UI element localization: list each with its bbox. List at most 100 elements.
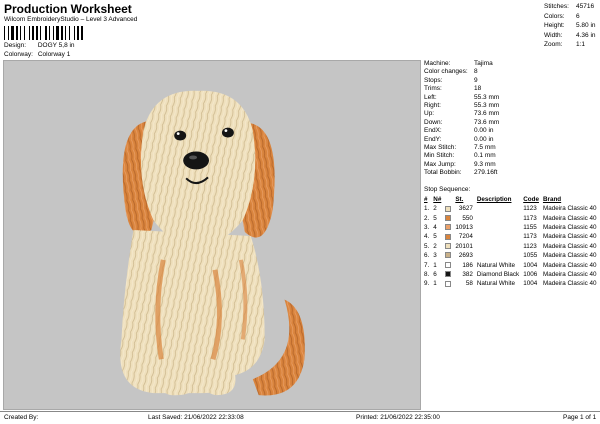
row-stitches: 20101 [455, 242, 473, 250]
design-preview [3, 60, 421, 410]
stat-row: Zoom: 1:1 [544, 40, 596, 50]
machine-info-value: 8 [474, 68, 478, 76]
machine-info-label: Down: [424, 118, 443, 126]
row-brand: Madeira Classic 40 [542, 214, 597, 222]
machine-info-value: 73.6 mm [474, 118, 500, 126]
row-swatch [443, 251, 453, 260]
color-swatch [445, 214, 452, 221]
machine-info-row: Max Stitch: 7.5 mm [424, 144, 596, 152]
row-num: 6. [424, 252, 430, 260]
barcode [4, 26, 83, 40]
machine-info-value: 7.5 mm [474, 144, 496, 152]
col-header-swatch [443, 195, 453, 204]
row-swatch [443, 279, 453, 288]
row-stitches: 550 [462, 214, 473, 222]
row-num: 8. [424, 270, 430, 278]
table-row: 7. 1 186 Natural White 1004 Madeira Classic 4… [422, 260, 599, 269]
stat-label: Width: [544, 31, 563, 39]
machine-info-value: 18 [474, 85, 482, 93]
row-brand: Madeira Classic 40 [542, 205, 597, 213]
row-swatch [443, 223, 453, 232]
design-stats: Stitches: 45716 Colors: 6 Height: 5.80 in Widt… [544, 2, 596, 50]
table-header-row: # N# St. Description Code Brand [422, 195, 599, 204]
machine-info-value: 73.6 mm [474, 110, 500, 118]
stat-value: 1:1 [576, 41, 586, 48]
machine-info-value: Tajima [474, 60, 493, 67]
row-code: 1055 [523, 252, 538, 260]
machine-info-row: Trims: 18 [424, 85, 596, 93]
row-num: 1. [424, 205, 430, 213]
dog-embroidery-image [120, 90, 305, 396]
table-row: 1. 2 3627 1123 Madeira Classic 40 [422, 204, 599, 213]
machine-info-row: Right: 55.3 mm [424, 102, 596, 110]
stop-sequence-table: # N# St. Description Code Brand 1. 2 3627 1… [422, 195, 599, 289]
machine-info-label: EndX: [424, 127, 442, 135]
row-code: 1123 [523, 205, 537, 213]
row-code: 1173 [523, 233, 537, 241]
machine-info-value: 279.16ft [474, 169, 498, 177]
row-needle: 1 [433, 261, 437, 269]
stat-row: Stitches: 45716 [544, 2, 596, 12]
row-num: 7. [424, 261, 430, 269]
machine-info-row: Machine: Tajima [424, 60, 596, 68]
row-code: 1004 [523, 261, 538, 269]
color-swatch [445, 252, 452, 259]
colorway-label: Colorway: [4, 51, 33, 58]
table-row: 6. 3 2693 1055 Madeira Classic 40 [422, 251, 599, 260]
row-description: Natural White [476, 261, 515, 269]
stat-label: Height: [544, 22, 565, 29]
design-value: DOGY 5,8 in [37, 42, 75, 49]
row-num: 2. [424, 214, 430, 222]
row-brand: Madeira Classic 40 [542, 223, 597, 231]
row-needle: 5 [433, 214, 437, 222]
stat-row: Width: 4.36 in [544, 31, 596, 41]
row-code: 1173 [523, 214, 537, 222]
machine-info-label: Stops: [424, 76, 443, 84]
stat-label: Zoom: [544, 41, 563, 48]
row-num: 3. [424, 223, 430, 231]
row-needle: 4 [433, 223, 437, 231]
machine-info-row: Max Jump: 9.3 mm [424, 161, 596, 169]
machine-info-label: Up: [424, 110, 435, 118]
row-swatch [443, 260, 453, 269]
row-num: 9. [424, 280, 430, 288]
machine-info-label: Color changes: [424, 68, 468, 76]
row-stitches: 2693 [458, 252, 473, 260]
stat-value: 6 [576, 12, 580, 20]
table-row: 2. 5 550 1173 Madeira Classic 40 [422, 213, 599, 222]
color-swatch [445, 271, 452, 278]
machine-info-value: 0.1 mm [474, 152, 496, 160]
table-row: 3. 4 10913 1155 Madeira Classic 40 [422, 223, 599, 232]
row-stitches: 7204 [458, 233, 473, 241]
machine-info-label: Min Stitch: [424, 152, 455, 160]
row-code: 1004 [523, 280, 538, 288]
row-num: 5. [424, 242, 430, 250]
row-brand: Madeira Classic 40 [542, 270, 597, 278]
stat-value: 4.36 in [576, 31, 596, 39]
machine-info-row: Stops: 9 [424, 77, 596, 85]
row-stitches: 186 [462, 261, 473, 269]
colorway-row: Colorway: Colorway 1 [4, 51, 70, 58]
color-swatch [445, 261, 452, 268]
color-swatch [445, 224, 452, 231]
color-swatch [445, 233, 452, 240]
col-header-num: # [424, 196, 428, 203]
row-needle: 2 [433, 242, 437, 250]
page-number: Page 1 of 1 [563, 414, 597, 421]
machine-info-value: 9 [474, 76, 478, 84]
col-header-needle: N# [433, 196, 442, 203]
col-header-code: Code [523, 196, 539, 203]
table-row: 8. 6 382 Diamond Black 1006 Madeira Classic 4… [422, 270, 599, 279]
row-swatch [443, 270, 453, 279]
row-needle: 3 [433, 252, 437, 260]
col-header-description: Description [476, 196, 512, 203]
machine-info-row: EndY: 0.00 in [424, 136, 596, 144]
machine-info-panel: Machine: Tajima Color changes: 8 Stops: 9 Trim… [424, 60, 596, 178]
row-brand: Madeira Classic 40 [542, 252, 597, 260]
machine-info-row: EndX: 0.00 in [424, 127, 596, 135]
row-code: 1155 [523, 223, 537, 231]
table-row: 9. 1 58 Natural White 1004 Madeira Classic 40 [422, 279, 599, 288]
machine-info-value: 55.3 mm [474, 93, 500, 101]
row-stitches: 58 [465, 280, 473, 288]
design-label: Design: [4, 42, 27, 49]
